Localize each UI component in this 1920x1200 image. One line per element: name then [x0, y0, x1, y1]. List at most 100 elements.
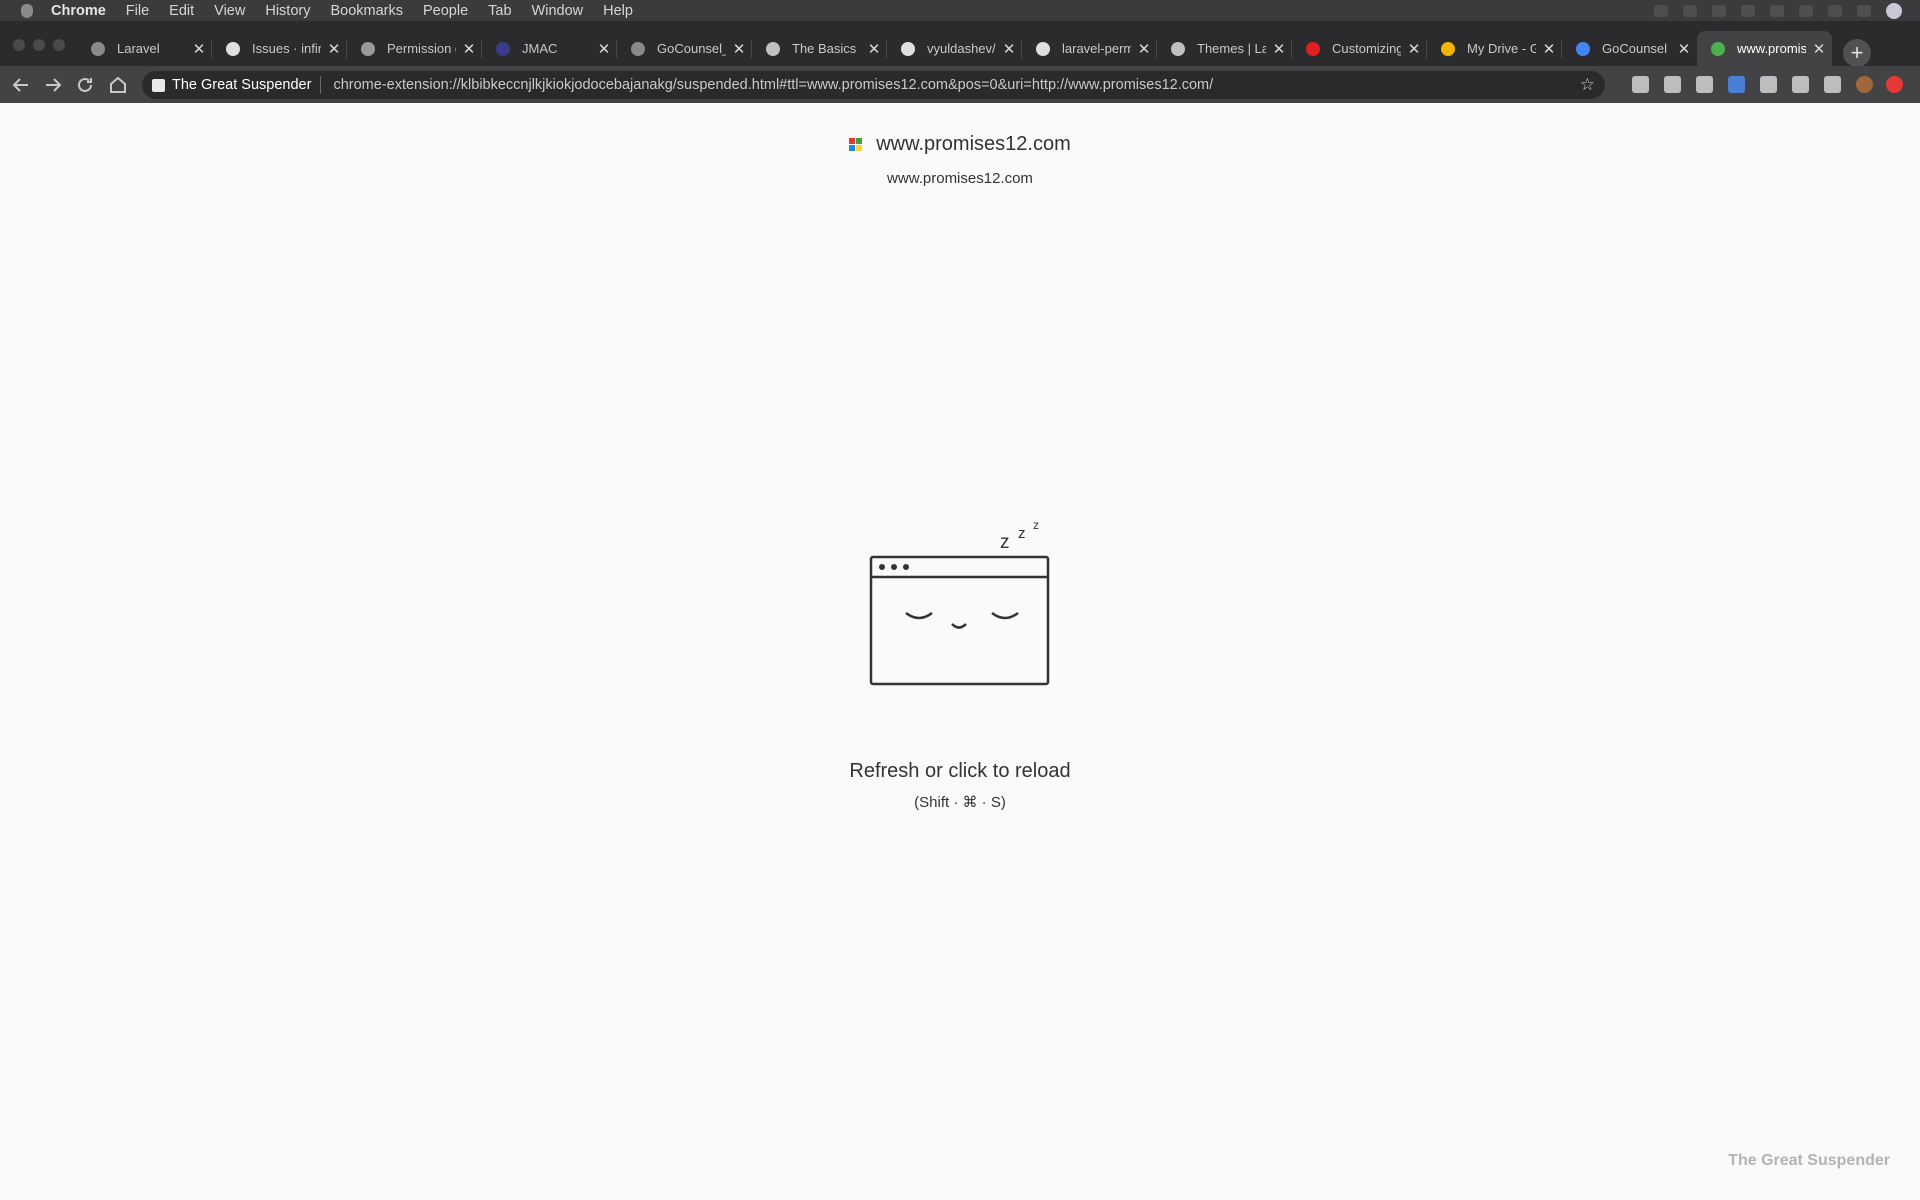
- status-icon[interactable]: [1654, 4, 1668, 17]
- display-icon[interactable]: [1799, 4, 1813, 17]
- tab-close-icon[interactable]: ✕: [186, 40, 212, 58]
- forward-button[interactable]: [41, 73, 65, 97]
- browser-tab[interactable]: Issues · infir ✕: [212, 31, 347, 66]
- tab-close-icon[interactable]: ✕: [1536, 40, 1562, 58]
- site-identity-label[interactable]: The Great Suspender: [172, 77, 311, 93]
- tab-title: vyuldashev/: [927, 41, 996, 56]
- site-title: www.promises12.com: [849, 133, 1071, 156]
- arrow-right-icon: [46, 78, 62, 92]
- browser-tab[interactable]: Permission c ✕: [347, 31, 482, 66]
- svg-text:z: z: [1000, 532, 1010, 553]
- reload-icon: [78, 77, 92, 92]
- extension-inbox-icon[interactable]: [1664, 76, 1681, 93]
- tab-title: My Drive - G: [1467, 41, 1536, 56]
- tab-close-icon[interactable]: ✕: [726, 40, 752, 58]
- browser-tab[interactable]: vyuldashev/✕: [887, 31, 1022, 66]
- tab-close-icon[interactable]: ✕: [456, 40, 482, 58]
- tab-close-icon[interactable]: ✕: [591, 40, 617, 58]
- menu-bookmarks[interactable]: Bookmarks: [330, 3, 403, 19]
- new-tab-button[interactable]: +: [1843, 39, 1871, 67]
- reload-instruction[interactable]: Refresh or click to reload: [0, 760, 1920, 783]
- tab-close-icon[interactable]: ✕: [1401, 40, 1427, 58]
- menu-file[interactable]: File: [126, 3, 149, 19]
- back-button[interactable]: [9, 73, 33, 97]
- menu-app-name[interactable]: Chrome: [51, 3, 106, 19]
- extension-code-icon[interactable]: [1792, 76, 1809, 93]
- svg-text:z: z: [1018, 525, 1026, 542]
- browser-tab[interactable]: JMAC ✕: [482, 31, 617, 66]
- browser-tab[interactable]: Customizing ✕: [1292, 31, 1427, 66]
- home-icon: [110, 76, 126, 93]
- dropbox-icon[interactable]: [1683, 4, 1697, 17]
- menu-tab[interactable]: Tab: [488, 3, 511, 19]
- sleeping-window-icon: z z z: [869, 518, 1050, 686]
- suspended-page[interactable]: www.promises12.com www.promises12.com z …: [0, 103, 1920, 1200]
- bookmark-star-icon[interactable]: ☆: [1580, 75, 1595, 95]
- browser-tab[interactable]: laravel-perm ✕: [1022, 31, 1157, 66]
- browser-tab[interactable]: Themes | La ✕: [1157, 31, 1292, 66]
- menu-people[interactable]: People: [423, 3, 468, 19]
- tab-title: laravel-perm: [1062, 41, 1131, 56]
- siri-icon[interactable]: [1886, 2, 1902, 19]
- apple-icon: [361, 41, 375, 56]
- tab-close-icon[interactable]: ✕: [996, 40, 1022, 58]
- apple-logo-icon[interactable]: [21, 3, 33, 18]
- site-url[interactable]: www.promises12.com: [0, 170, 1920, 187]
- menu-view[interactable]: View: [214, 3, 245, 19]
- cloud-icon[interactable]: [1712, 4, 1726, 17]
- tab-close-icon[interactable]: ✕: [321, 40, 347, 58]
- arrow-left-icon: [12, 78, 28, 92]
- address-bar-divider: [320, 76, 322, 94]
- browser-tab[interactable]: GoCounsel_ ✕: [617, 31, 752, 66]
- browser-tab[interactable]: Laravel ✕: [77, 31, 212, 66]
- browser-tab[interactable]: www.promis ✕: [1697, 31, 1832, 66]
- browser-tab[interactable]: The Basics | ✕: [752, 31, 887, 66]
- macos-menu-bar: Chrome File Edit View History Bookmarks …: [0, 0, 1920, 21]
- brand-label: The Great Suspender: [1728, 1152, 1890, 1169]
- reload-button[interactable]: [73, 73, 97, 97]
- tab-title: GoCounsel_: [657, 41, 726, 56]
- tab-close-icon[interactable]: ✕: [1266, 40, 1292, 58]
- tab-close-icon[interactable]: ✕: [1806, 40, 1832, 58]
- extension-user-icon[interactable]: [1760, 76, 1777, 93]
- profile-avatar[interactable]: [1856, 76, 1873, 93]
- github-icon: [1036, 41, 1050, 56]
- favicon-square: [849, 145, 856, 151]
- suspended-favicon-icon: [1711, 41, 1725, 56]
- menu-window[interactable]: Window: [532, 3, 584, 19]
- extension-puzzle-icon: [152, 78, 165, 92]
- browser-tab[interactable]: My Drive - G ✕: [1427, 31, 1562, 66]
- tab-close-icon[interactable]: ✕: [1131, 40, 1157, 58]
- menu-bar-status-tray: [1654, 0, 1920, 21]
- window-minimize-button[interactable]: [33, 39, 45, 51]
- site-header: www.promises12.com www.promises12.com: [0, 131, 1920, 187]
- tab-title: JMAC: [522, 41, 558, 56]
- menu-help[interactable]: Help: [603, 3, 633, 19]
- favicon-square: [856, 145, 863, 151]
- extension-blue-icon[interactable]: [1728, 76, 1745, 93]
- update-alert-icon[interactable]: [1886, 76, 1903, 93]
- address-bar[interactable]: The Great Suspender chrome-extension://k…: [142, 71, 1605, 99]
- airplay-icon[interactable]: [1770, 4, 1784, 17]
- menu-edit[interactable]: Edit: [169, 3, 194, 19]
- window-zoom-button[interactable]: [53, 39, 65, 51]
- extensions-puzzle-icon[interactable]: [1824, 76, 1841, 93]
- extension-copy-icon[interactable]: [1696, 76, 1713, 93]
- status-icon[interactable]: [1741, 4, 1755, 17]
- favicon-square: [856, 138, 863, 144]
- tab-close-icon[interactable]: ✕: [1671, 40, 1697, 58]
- browser-tab[interactable]: GoCounsel I ✕: [1562, 31, 1697, 66]
- globe-icon: [91, 41, 105, 56]
- url-text[interactable]: chrome-extension://klbibkeccnjlkjkiokjod…: [333, 77, 1213, 93]
- github-icon: [226, 41, 240, 56]
- menu-history[interactable]: History: [265, 3, 310, 19]
- tab-close-icon[interactable]: ✕: [861, 40, 887, 58]
- tab-strip: Laravel ✕ Issues · infir ✕ Permission c ✕ JMAC…: [0, 21, 1920, 67]
- window-close-button[interactable]: [13, 39, 25, 51]
- home-button[interactable]: [106, 73, 130, 97]
- battery-icon[interactable]: [1857, 4, 1871, 17]
- spiral-icon: [766, 41, 780, 56]
- tab-title: GoCounsel I: [1602, 41, 1671, 56]
- wifi-icon[interactable]: [1828, 4, 1842, 17]
- extension-shield-icon[interactable]: [1632, 76, 1649, 93]
